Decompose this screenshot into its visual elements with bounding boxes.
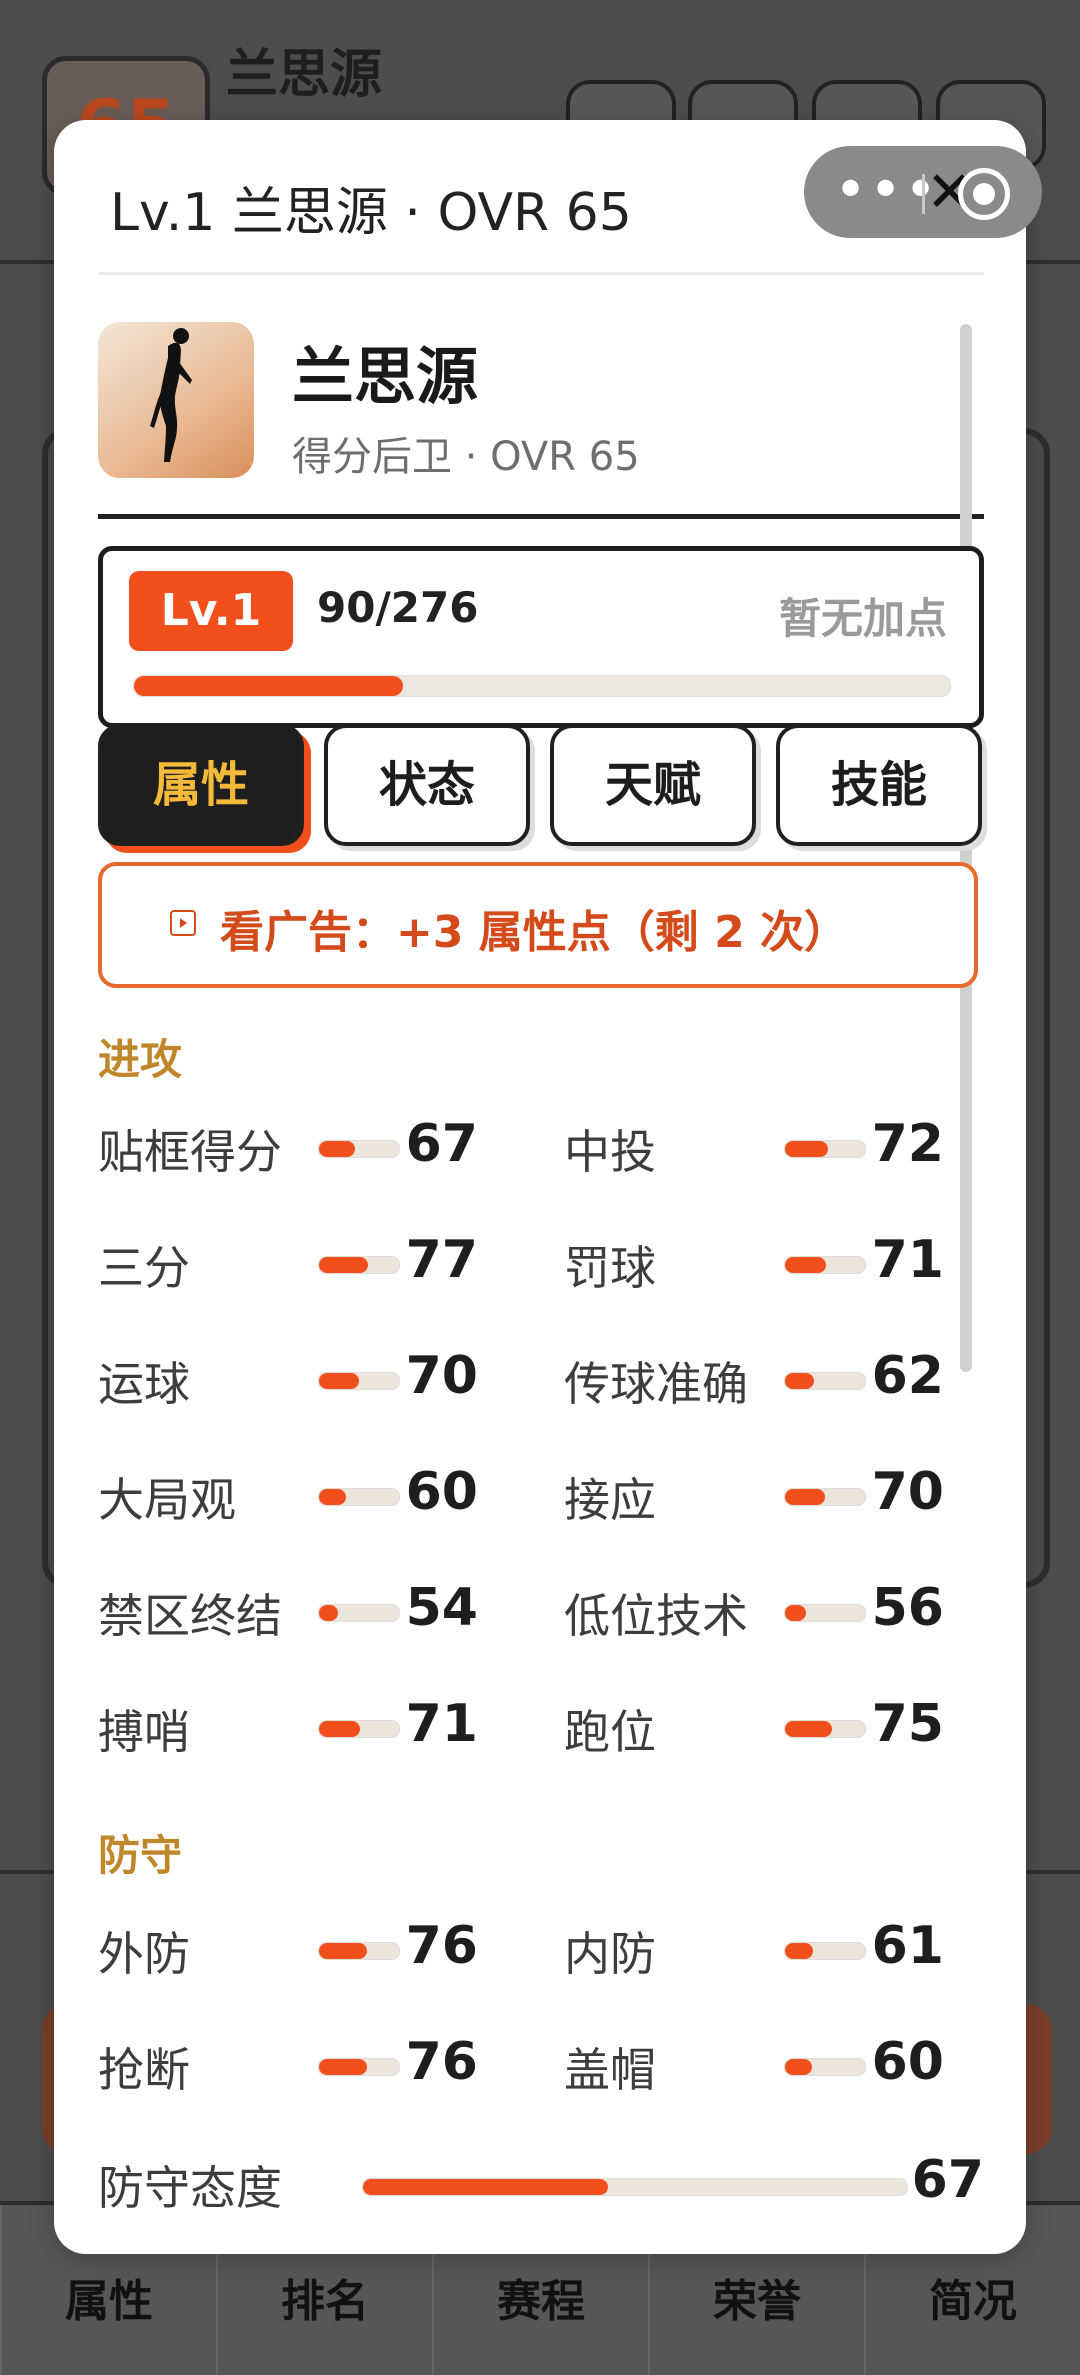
stat-row: 接应 70 — [564, 1458, 984, 1528]
basketball-player-icon — [150, 328, 192, 462]
points-status: 暂无加点 — [778, 594, 947, 643]
title-separator — [98, 272, 984, 275]
stat-label: 大局观 — [98, 1473, 236, 1527]
home-target-icon[interactable] — [958, 168, 1010, 220]
stat-value: 67 — [405, 1114, 478, 1174]
stat-label: 低位技术 — [564, 1589, 748, 1643]
stat-fill — [785, 1721, 832, 1737]
stat-value: 60 — [871, 2032, 944, 2092]
stat-row: 盖帽 60 — [564, 2028, 984, 2098]
xp-progress-fill — [134, 676, 404, 696]
stat-fill — [785, 1943, 813, 1959]
stat-fill — [319, 1489, 346, 1505]
stat-label: 盖帽 — [564, 2043, 656, 2097]
stat-value: 54 — [405, 1578, 478, 1638]
stat-fill — [319, 1605, 338, 1621]
player-detail-modal: Lv.1 兰思源 · OVR 65 兰思源 得分后卫 · OVR 65 Lv.1… — [54, 120, 1026, 2254]
tab-attributes[interactable]: 属性 — [98, 724, 304, 846]
stat-fill — [785, 1373, 815, 1389]
stat-fill — [319, 1257, 369, 1273]
stat-fill — [785, 1489, 825, 1505]
stat-row: 禁区终结 54 — [98, 1574, 518, 1644]
stat-label: 三分 — [98, 1241, 190, 1295]
header-divider — [98, 514, 984, 519]
section-title-attack: 进攻 — [98, 1035, 183, 1084]
stat-label: 抢断 — [98, 2043, 190, 2097]
stat-fill — [319, 1373, 359, 1389]
stat-label: 搏哨 — [98, 1705, 190, 1759]
stat-label: 贴框得分 — [98, 1125, 282, 1179]
watch-ad-button[interactable]: 看广告：+3 属性点（剩 2 次） — [98, 862, 978, 988]
stat-label: 运球 — [98, 1357, 190, 1411]
stat-value: 70 — [871, 1462, 944, 1522]
stat-row: 外防 76 — [98, 1912, 518, 1982]
stat-row: 抢断 76 — [98, 2028, 518, 2098]
player-position-ovr: 得分后卫 · OVR 65 — [292, 434, 640, 480]
level-badge: Lv.1 — [129, 571, 293, 651]
stat-value: 61 — [871, 1916, 944, 1976]
detail-tabs: 属性 状态 天赋 技能 — [98, 724, 984, 848]
stat-fill — [363, 2179, 608, 2195]
stat-value: 75 — [871, 1694, 944, 1754]
stat-label: 外防 — [98, 1927, 190, 1981]
stat-value: 71 — [405, 1694, 478, 1754]
stat-value: 62 — [871, 1346, 944, 1406]
stat-row: 大局观 60 — [98, 1458, 518, 1528]
player-avatar — [98, 322, 254, 478]
stat-value: 72 — [871, 1114, 944, 1174]
xp-counter: 90/276 — [317, 583, 479, 632]
stat-value: 70 — [405, 1346, 478, 1406]
stat-value: 76 — [405, 2032, 478, 2092]
stat-row: 罚球 71 — [564, 1226, 984, 1296]
stat-row: 内防 61 — [564, 1912, 984, 1982]
stat-row: 跑位 75 — [564, 1690, 984, 1760]
stat-value: 60 — [405, 1462, 478, 1522]
stat-row: 运球 70 — [98, 1342, 518, 1412]
background-title: 兰思源 — [226, 45, 383, 105]
scrollbar[interactable] — [960, 324, 972, 1372]
stat-row: 传球准确 62 — [564, 1342, 984, 1412]
stat-value: 56 — [871, 1578, 944, 1638]
stat-fill — [319, 1141, 355, 1157]
xp-progress-bar — [133, 675, 951, 697]
modal-title: Lv.1 兰思源 · OVR 65 — [110, 183, 632, 243]
stat-row-defense-attitude: 防守态度 67 — [98, 2146, 984, 2216]
stat-row: 三分 77 — [98, 1226, 518, 1296]
stat-fill — [785, 1257, 827, 1273]
stat-fill — [319, 1943, 367, 1959]
stat-fill — [785, 1605, 807, 1621]
tab-talent[interactable]: 天赋 — [550, 724, 756, 846]
stat-row: 低位技术 56 — [564, 1574, 984, 1644]
stat-value: 71 — [871, 1230, 944, 1290]
stat-label: 跑位 — [564, 1705, 656, 1759]
stat-row: 贴框得分 67 — [98, 1110, 518, 1180]
stat-fill — [319, 2059, 367, 2075]
stat-fill — [785, 2059, 812, 2075]
stat-label: 内防 — [564, 1927, 656, 1981]
miniprogram-capsule: ••• ✕ — [804, 146, 1042, 238]
stat-bar — [362, 2178, 908, 2196]
stat-row: 中投 72 — [564, 1110, 984, 1180]
stat-label: 禁区终结 — [98, 1589, 282, 1643]
stat-label: 传球准确 — [564, 1357, 748, 1411]
stat-value: 76 — [405, 1916, 478, 1976]
tab-status[interactable]: 状态 — [324, 724, 530, 846]
stat-value: 67 — [911, 2150, 984, 2210]
stat-fill — [319, 1721, 361, 1737]
stat-value: 77 — [405, 1230, 478, 1290]
video-play-icon — [170, 910, 196, 936]
stat-label: 接应 — [564, 1473, 656, 1527]
player-name: 兰思源 — [292, 340, 479, 413]
watch-ad-label: 看广告：+3 属性点（剩 2 次） — [220, 907, 849, 958]
level-panel: Lv.1 90/276 暂无加点 — [98, 546, 984, 728]
capsule-divider — [922, 174, 925, 214]
stat-label: 防守态度 — [98, 2161, 282, 2215]
stat-row: 搏哨 71 — [98, 1690, 518, 1760]
stat-fill — [785, 1141, 828, 1157]
tab-skills[interactable]: 技能 — [776, 724, 982, 846]
stat-label: 中投 — [564, 1125, 656, 1179]
section-title-defense: 防守 — [98, 1831, 183, 1880]
stat-label: 罚球 — [564, 1241, 656, 1295]
